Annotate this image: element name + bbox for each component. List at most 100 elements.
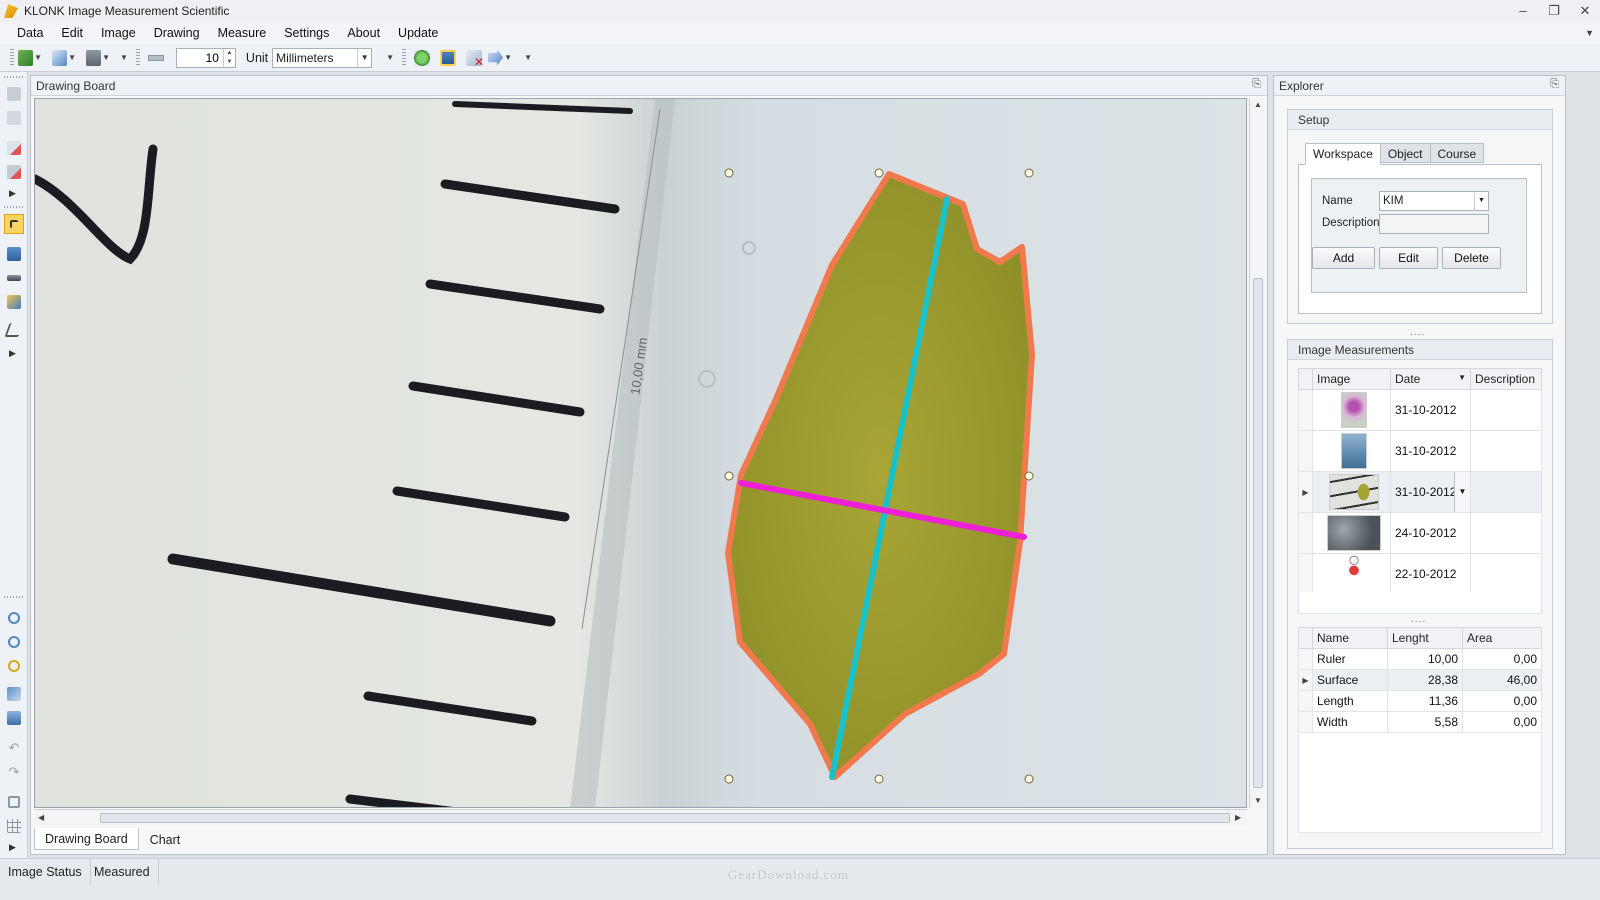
pin-icon[interactable]: ⎘	[1550, 78, 1559, 91]
vertical-scrollbar[interactable]: ▲ ▼	[1249, 98, 1265, 808]
vertical-scroll-thumb[interactable]	[1253, 278, 1263, 788]
table-row[interactable]: ▶ Surface 28,38 46,00	[1298, 669, 1542, 691]
drawing-board-caption: Drawing Board	[31, 76, 1267, 96]
table-row[interactable]: 24-10-2012	[1298, 512, 1542, 554]
edit-button[interactable]: Edit	[1379, 247, 1438, 269]
chevron-down-icon[interactable]: ▼	[357, 48, 371, 67]
tool-area-button[interactable]	[4, 292, 24, 312]
tool-select-button[interactable]	[4, 214, 24, 234]
undo-button[interactable]: ↶	[4, 738, 24, 758]
column-description[interactable]: Description	[1470, 368, 1542, 390]
menu-data[interactable]: Data	[8, 22, 52, 44]
menu-edit[interactable]: Edit	[52, 22, 92, 44]
splitter-grip[interactable]: ....	[1411, 614, 1426, 625]
grid-button[interactable]	[4, 816, 24, 836]
export-button[interactable]: ▼	[488, 47, 512, 69]
image-canvas[interactable]: 10,00 mm	[34, 98, 1247, 808]
tool-measure-button[interactable]	[4, 268, 24, 288]
expand-arrow-icon[interactable]: ▶	[9, 842, 19, 853]
column-image[interactable]: Image	[1312, 368, 1391, 390]
print-button[interactable]: ▼	[86, 47, 110, 69]
new-document-button[interactable]: ▼	[52, 47, 76, 69]
area-cell: 46,00	[1462, 669, 1542, 691]
close-button[interactable]: ✕	[1574, 2, 1596, 20]
tool-remove-all-button[interactable]	[4, 162, 24, 182]
table-row[interactable]: Length 11,36 0,00	[1298, 690, 1542, 712]
add-measurement-button[interactable]	[410, 47, 434, 69]
expand-arrow-icon[interactable]: ▶	[9, 348, 19, 359]
ruler-length-input[interactable]	[176, 48, 223, 67]
expand-arrow-icon[interactable]: ▶	[9, 188, 19, 199]
unit-select[interactable]: Millimeters ▼	[272, 47, 373, 68]
tool-remove-button[interactable]	[4, 138, 24, 158]
toolbar-more-icon[interactable]: ▼	[524, 53, 532, 62]
fit-window-button[interactable]	[4, 684, 24, 704]
tab-chart[interactable]: Chart	[139, 828, 192, 850]
name-field[interactable]: KIM ▼	[1379, 191, 1489, 211]
row-indicator	[1298, 711, 1313, 733]
menu-overflow-icon[interactable]: ▼	[1585, 22, 1594, 44]
angle-icon	[4, 323, 24, 337]
measurement-image[interactable]: 10,00 mm	[35, 99, 1247, 808]
image-cell	[1312, 430, 1391, 472]
redo-button[interactable]: ↷	[4, 762, 24, 782]
tool-angle-button[interactable]	[4, 320, 24, 340]
column-date[interactable]: Date ▼	[1390, 368, 1471, 390]
table-row[interactable]: Width 5,58 0,00	[1298, 711, 1542, 733]
table-row[interactable]: 22-10-2012	[1298, 553, 1542, 595]
menu-drawing[interactable]: Drawing	[145, 22, 209, 44]
ruler-length-stepper[interactable]: ▲▼	[175, 47, 236, 68]
toolbar-more-icon[interactable]: ▼	[120, 53, 128, 62]
tool-page-button[interactable]	[4, 108, 24, 128]
delete-measurement-button[interactable]: ✕	[462, 47, 486, 69]
tab-course[interactable]: Course	[1429, 143, 1485, 163]
horizontal-scrollbar[interactable]: ◀ ▶	[34, 809, 1247, 825]
pin-icon[interactable]: ⎘	[1252, 78, 1261, 91]
zoom-in-button[interactable]	[4, 608, 24, 628]
import-button[interactable]: ▼	[18, 47, 42, 69]
crop-button[interactable]	[4, 792, 24, 812]
column-name[interactable]: Name	[1312, 627, 1388, 649]
table-row[interactable]: 31-10-2012	[1298, 389, 1542, 431]
image-cell	[1312, 389, 1391, 431]
menu-image[interactable]: Image	[92, 22, 145, 44]
image-layers-button[interactable]	[4, 708, 24, 728]
splitter-grip[interactable]: ....	[1410, 327, 1425, 338]
tab-object[interactable]: Object	[1379, 143, 1431, 163]
chevron-down-icon[interactable]: ▼	[1474, 192, 1488, 210]
minimize-button[interactable]: –	[1512, 2, 1534, 20]
scroll-right-icon[interactable]: ▶	[1235, 813, 1241, 822]
tool-ruler-button[interactable]	[4, 244, 24, 264]
save-button[interactable]	[436, 47, 460, 69]
table-row[interactable]: Ruler 10,00 0,00	[1298, 648, 1542, 670]
horizontal-scroll-thumb[interactable]	[100, 813, 1230, 823]
row-indicator	[1298, 648, 1313, 670]
scroll-down-icon[interactable]: ▼	[1254, 796, 1262, 805]
menu-settings[interactable]: Settings	[275, 22, 338, 44]
menu-update[interactable]: Update	[389, 22, 447, 44]
delete-button[interactable]: Delete	[1442, 247, 1501, 269]
menu-measure[interactable]: Measure	[209, 22, 276, 44]
ruler-tool-button[interactable]	[144, 47, 168, 69]
stepper-arrows-icon[interactable]: ▲ ▼	[222, 48, 235, 67]
date-cell[interactable]: 31-10-2012 ▼	[1390, 471, 1471, 513]
column-length[interactable]: Lenght	[1387, 627, 1463, 649]
zoom-out-button[interactable]	[4, 632, 24, 652]
tab-drawing-board[interactable]: Drawing Board	[34, 828, 139, 850]
toolbar-more-icon[interactable]: ▼	[386, 53, 394, 62]
table-row[interactable]: 31-10-2012	[1298, 430, 1542, 472]
scroll-left-icon[interactable]: ◀	[38, 813, 44, 822]
save-icon	[440, 49, 457, 66]
column-area[interactable]: Area	[1462, 627, 1542, 649]
menu-about[interactable]: About	[338, 22, 389, 44]
scroll-up-icon[interactable]: ▲	[1254, 100, 1262, 109]
tool-open-button[interactable]	[4, 84, 24, 104]
description-field[interactable]	[1379, 214, 1489, 234]
tab-workspace[interactable]: Workspace	[1305, 143, 1381, 165]
restore-button[interactable]: ❐	[1543, 2, 1565, 20]
add-button[interactable]: Add	[1312, 247, 1375, 269]
chevron-down-icon[interactable]: ▼	[1454, 472, 1470, 512]
zoom-fit-button[interactable]	[4, 656, 24, 676]
name-cell: Length	[1312, 690, 1388, 712]
table-row[interactable]: ▶ 31-10-2012 ▼	[1298, 471, 1542, 513]
